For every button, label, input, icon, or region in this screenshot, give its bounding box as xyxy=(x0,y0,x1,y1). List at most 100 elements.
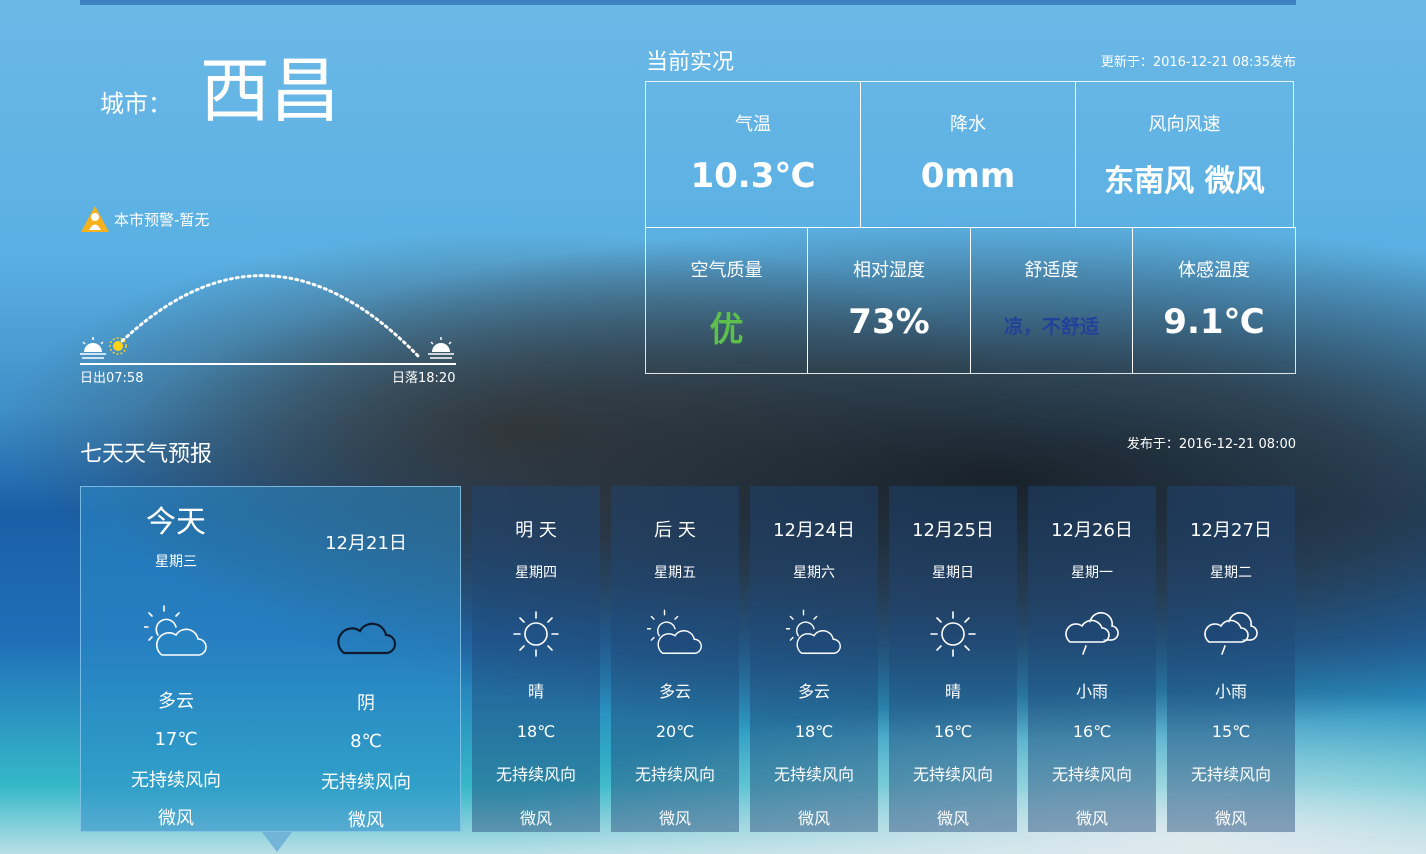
day-temp: 18℃ xyxy=(516,722,556,741)
day-wind: 无持续风向 xyxy=(495,765,576,784)
today-night-windlvl: 微风 xyxy=(348,810,384,831)
today-day-column: 今天 星期三 多云 17℃ 无持续风向 微风 xyxy=(81,487,271,830)
day-name: 12月27日 xyxy=(1190,520,1272,541)
today-night-wind: 无持续风向 xyxy=(321,772,411,793)
feels-value: 9.1℃ xyxy=(1163,302,1265,342)
partly-cloudy-icon xyxy=(786,609,841,654)
humidity-label: 相对湿度 xyxy=(853,260,925,281)
forecast-day-4[interactable]: 12月25日 星期日 晴 16℃ 无持续风向 微风 xyxy=(889,486,1017,832)
day-weather: 小雨 xyxy=(1075,682,1108,701)
city-label: 城市： xyxy=(100,90,172,118)
day-name: 12月25日 xyxy=(912,520,994,541)
feels-cell: 体感温度 9.1℃ xyxy=(1132,227,1296,374)
humidity-value: 73% xyxy=(848,302,930,342)
top-accent-bar xyxy=(80,0,1296,5)
day-windlvl: 微风 xyxy=(797,809,830,828)
day-name: 12月24日 xyxy=(773,520,855,541)
comfort-value: 凉，不舒适 xyxy=(1003,316,1099,338)
sunny-icon xyxy=(930,611,976,657)
forecast-day-2[interactable]: 后 天 星期五 多云 20℃ 无持续风向 微风 xyxy=(611,486,739,832)
current-title: 当前实况 xyxy=(646,50,735,75)
day-wind: 无持续风向 xyxy=(634,765,715,784)
day-week: 星期二 xyxy=(1210,565,1252,581)
day-temp: 15℃ xyxy=(1211,722,1251,741)
day-temp: 16℃ xyxy=(1072,722,1112,741)
day-windlvl: 微风 xyxy=(658,809,691,828)
aqi-cell: 空气质量 优 xyxy=(645,227,808,374)
cloudy-icon xyxy=(337,622,397,655)
day-weather: 晴 xyxy=(944,682,961,701)
temp-cell: 气温 10.3℃ xyxy=(645,81,861,228)
day-weather: 晴 xyxy=(527,682,544,701)
today-day-wind: 无持续风向 xyxy=(131,770,221,791)
current-conditions-grid: 气温 10.3℃ 降水 0mm 风向风速 东南风 微风 空气质量 优 相对湿度 … xyxy=(645,81,1296,375)
forecast-day-5[interactable]: 12月26日 星期一 小雨 16℃ 无持续风向 微风 xyxy=(1028,486,1156,832)
day-weather: 小雨 xyxy=(1214,682,1247,701)
today-night-weather: 阴 xyxy=(357,693,375,714)
day-windlvl: 微风 xyxy=(519,809,552,828)
day-temp: 16℃ xyxy=(933,722,973,741)
weather-warning[interactable]: 本市预警-暂无 xyxy=(80,205,209,233)
day-windlvl: 微风 xyxy=(1214,809,1247,828)
sunset-icon xyxy=(428,337,454,359)
forecast-day-3[interactable]: 12月24日 星期六 多云 18℃ 无持续风向 微风 xyxy=(750,486,878,832)
today-night-column: 12月21日 阴 8℃ 无持续风向 微风 xyxy=(271,487,461,832)
day-windlvl: 微风 xyxy=(936,809,969,828)
wind-cell: 风向风速 东南风 微风 xyxy=(1075,81,1294,228)
day-wind: 无持续风向 xyxy=(773,765,854,784)
day-temp: 20℃ xyxy=(655,722,695,741)
comfort-label: 舒适度 xyxy=(1024,260,1079,281)
forecast-published: 发布于：2016-12-21 08:00 xyxy=(1126,437,1296,452)
light-rain-icon xyxy=(1065,612,1119,655)
day-temp: 18℃ xyxy=(794,722,834,741)
today-day-windlvl: 微风 xyxy=(158,808,194,829)
warning-text: 本市预警-暂无 xyxy=(114,210,210,229)
temp-value: 10.3℃ xyxy=(690,156,816,196)
aqi-value: 优 xyxy=(709,310,744,350)
current-updated: 更新于：2016-12-21 08:35发布 xyxy=(1100,55,1296,70)
today-date: 12月21日 xyxy=(325,533,407,554)
light-rain-icon xyxy=(1204,612,1258,655)
warning-icon xyxy=(81,206,109,232)
precip-cell: 降水 0mm xyxy=(860,81,1076,228)
sunset-time: 日落18:20 xyxy=(392,371,456,386)
sunrise-time: 日出07:58 xyxy=(80,371,144,386)
today-forecast-card[interactable]: 今天 星期三 多云 17℃ 无持续风向 微风 12月21日 阴 8℃ 无持续风向… xyxy=(80,486,461,832)
city-name: 西昌 xyxy=(200,50,340,132)
feels-label: 体感温度 xyxy=(1178,260,1250,281)
forecast-day-6[interactable]: 12月27日 星期二 小雨 15℃ 无持续风向 微风 xyxy=(1167,486,1295,832)
day-weather: 多云 xyxy=(797,682,830,701)
today-week: 星期三 xyxy=(155,554,197,570)
today-day-temp: 17℃ xyxy=(154,729,198,750)
comfort-cell: 舒适度 凉，不舒适 xyxy=(970,227,1133,374)
aqi-label: 空气质量 xyxy=(690,260,763,281)
humidity-cell: 相对湿度 73% xyxy=(807,227,971,374)
day-week: 星期日 xyxy=(932,565,974,581)
today-pointer-arrow xyxy=(262,832,292,852)
day-week: 星期五 xyxy=(654,565,696,581)
day-name: 明 天 xyxy=(515,520,557,541)
day-wind: 无持续风向 xyxy=(912,765,993,784)
day-week: 星期一 xyxy=(1071,565,1113,581)
wind-value: 东南风 微风 xyxy=(1104,164,1265,199)
partly-cloudy-icon xyxy=(647,609,702,654)
sunny-icon xyxy=(513,611,559,657)
day-weather: 多云 xyxy=(658,682,691,701)
sunrise-icon xyxy=(80,337,106,359)
day-week: 星期四 xyxy=(515,565,557,581)
today-day-weather: 多云 xyxy=(158,691,194,712)
temp-label: 气温 xyxy=(735,114,771,135)
day-name: 12月26日 xyxy=(1051,520,1133,541)
forecast-title: 七天天气预报 xyxy=(80,442,213,467)
day-wind: 无持续风向 xyxy=(1051,765,1132,784)
today-label: 今天 xyxy=(146,505,206,540)
wind-label: 风向风速 xyxy=(1148,114,1221,135)
precip-label: 降水 xyxy=(950,114,986,135)
day-wind: 无持续风向 xyxy=(1190,765,1271,784)
today-night-temp: 8℃ xyxy=(350,731,382,752)
partly-cloudy-icon xyxy=(144,605,207,656)
day-name: 后 天 xyxy=(654,520,696,541)
forecast-day-1[interactable]: 明 天 星期四 晴 18℃ 无持续风向 微风 xyxy=(472,486,600,832)
day-windlvl: 微风 xyxy=(1075,809,1108,828)
day-week: 星期六 xyxy=(793,565,835,581)
